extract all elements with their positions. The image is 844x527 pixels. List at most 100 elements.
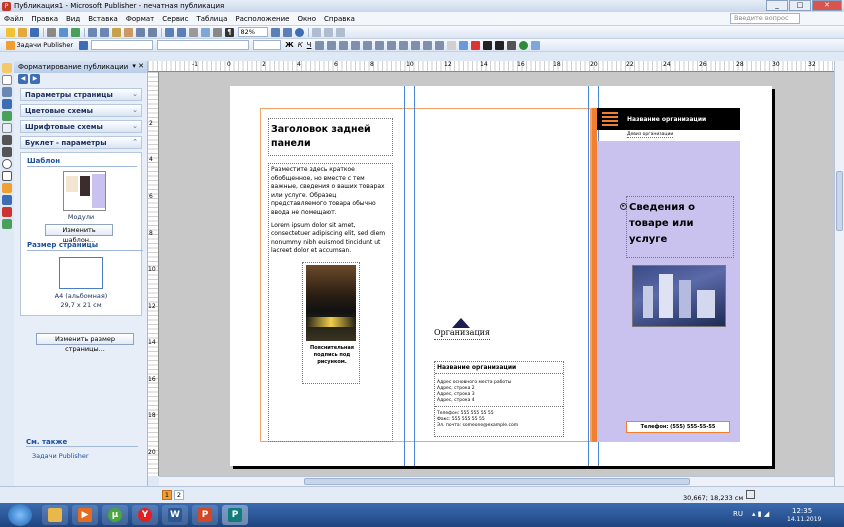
toolbar-options-icon[interactable] [324,27,333,37]
3d-style-icon[interactable] [530,40,540,50]
clip-art-tool-icon[interactable] [2,123,12,133]
back-icon[interactable]: ◀ [18,74,28,84]
spelling-icon[interactable] [71,27,80,37]
language-indicator[interactable]: RU [733,510,743,518]
line-color-icon[interactable] [458,40,468,50]
city-skyline-photo[interactable] [632,265,726,327]
vertical-ruler[interactable]: 2 4 6 8 10 12 14 16 18 20 [148,72,159,476]
close-pane-icon[interactable]: ▾ ✕ [132,62,144,70]
underline-icon[interactable]: Ч [307,41,312,49]
logo-text[interactable]: Организация [434,328,490,340]
numbering-icon[interactable] [374,40,384,50]
scroll-thumb[interactable] [304,478,690,485]
start-button[interactable] [8,504,32,526]
styles-icon[interactable] [78,40,88,50]
headline-frame[interactable]: ▸ Сведения о товаре или услуге [620,196,734,258]
taskbar-powerpoint[interactable]: P [192,505,218,525]
menu-view[interactable]: Вид [62,15,84,23]
publisher-tasks-icon[interactable] [6,40,15,50]
font-size-combo[interactable] [253,40,282,50]
menu-table[interactable]: Таблица [192,15,231,23]
grow-font-icon[interactable] [422,40,432,50]
menu-insert[interactable]: Вставка [84,15,122,23]
toolbar-options-icon[interactable] [336,27,345,37]
arrow-tool-icon[interactable] [2,147,12,157]
oval-tool-icon[interactable] [2,159,12,169]
section-font-schemes[interactable]: Шрифтовые схемы ⌄ [20,120,142,133]
right-org-name[interactable]: Название организации [627,116,706,123]
picture-tool-icon[interactable] [2,111,12,121]
minimize-button[interactable]: _ [766,0,788,11]
taskbar-yandex[interactable]: Y [132,505,158,525]
redo-icon[interactable] [148,27,157,37]
heading-frame[interactable]: Заголовок задней панели [268,118,393,156]
change-page-size-button[interactable]: Изменить размер страницы... [36,333,134,353]
wordart-tool-icon[interactable] [2,99,12,109]
menu-tools[interactable]: Сервис [158,15,192,23]
publication-page[interactable]: Заголовок задней панели Разместите здесь… [230,86,772,466]
autoshapes-tool-icon[interactable] [2,183,12,193]
menu-help[interactable]: Справка [320,15,359,23]
columns-icon[interactable] [213,27,222,37]
menu-format[interactable]: Формат [122,15,158,23]
format-painter-icon[interactable] [124,27,133,37]
connect-frame-icon[interactable]: ▸ [620,203,627,210]
font-color-icon[interactable] [470,40,480,50]
rectangle-tool-icon[interactable] [2,171,12,181]
address-frame[interactable]: Название организации Адрес основного мес… [434,361,564,437]
vertical-scrollbar[interactable] [834,61,844,486]
insert-hyperlink-icon[interactable] [201,27,210,37]
toolbar-options-icon[interactable] [312,27,321,37]
line-spacing-icon[interactable] [362,40,372,50]
section-color-schemes[interactable]: Цветовые схемы ⌄ [20,104,142,117]
shadow-style-icon[interactable] [518,40,528,50]
taskbar-explorer[interactable] [42,505,68,525]
publisher-tasks-link[interactable]: Задачи Publisher [32,452,89,460]
new-icon[interactable] [6,27,15,37]
hot-spot-tool-icon[interactable] [2,195,12,205]
taskbar-media-player[interactable]: ▶ [72,505,98,525]
insert-table-icon[interactable] [189,27,198,37]
business-info-icon[interactable] [2,219,12,229]
align-right-icon[interactable] [338,40,348,50]
special-characters-icon[interactable]: ¶ [225,27,234,37]
menu-file[interactable]: Файл [0,15,27,23]
bold-icon[interactable]: Ж [285,41,294,49]
open-icon[interactable] [18,27,27,37]
help-search-input[interactable]: Введите вопрос [730,13,800,24]
page-1-tab[interactable]: 1 [162,490,172,500]
taskbar-word[interactable]: W [162,505,188,525]
forward-icon[interactable]: ▶ [30,74,40,84]
align-center-icon[interactable] [326,40,336,50]
bullets-icon[interactable] [386,40,396,50]
dash-style-icon[interactable] [494,40,504,50]
justify-icon[interactable] [350,40,360,50]
section-page-options[interactable]: Параметры страницы ⌄ [20,88,142,101]
help-icon[interactable] [295,27,304,37]
horizontal-scrollbar[interactable] [159,476,834,486]
design-gallery-icon[interactable] [2,207,12,217]
save-icon[interactable] [30,27,39,37]
section-brochure-options[interactable]: Буклет - параметры ⌃ [20,136,142,149]
line-style-icon[interactable] [482,40,492,50]
horizontal-ruler[interactable]: -1 0 2 4 6 8 10 12 14 16 18 20 22 24 26 … [148,61,834,72]
italic-icon[interactable]: К [298,41,303,49]
zoom-out-icon[interactable] [271,27,280,37]
tray-icons[interactable]: ▴ ▮ ◢ [752,510,769,518]
align-left-icon[interactable] [314,40,324,50]
tagline[interactable]: Девиз организации [627,132,674,138]
insert-table-tool-icon[interactable] [2,87,12,97]
close-button[interactable]: ✕ [812,0,842,11]
paste-icon[interactable] [112,27,121,37]
page-2-tab[interactable]: 2 [174,490,184,500]
menu-edit[interactable]: Правка [27,15,62,23]
undo-icon[interactable] [136,27,145,37]
menu-arrange[interactable]: Расположение [231,15,293,23]
text-box-tool-icon[interactable] [2,75,12,85]
right-phone-box[interactable]: Телефон: (555) 555-55-55 [626,421,730,433]
picture-frame[interactable]: Пояснительная подпись под рисунком. [302,262,360,384]
scroll-thumb[interactable] [836,171,843,231]
fill-color-icon[interactable] [446,40,456,50]
arrow-style-icon[interactable] [506,40,516,50]
template-thumbnail[interactable] [63,171,106,211]
